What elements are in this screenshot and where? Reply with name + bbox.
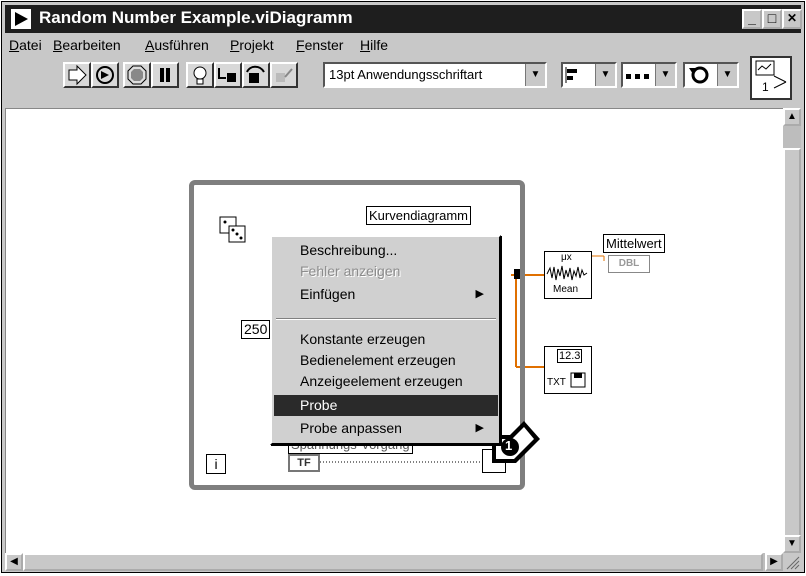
horizontal-scroll-thumb[interactable] [23, 553, 763, 571]
distribute-objects-icon[interactable]: ▼ [621, 62, 677, 88]
font-selector[interactable]: 13pt Anwendungsschriftart ▼ [323, 62, 547, 88]
chevron-down-icon: ▼ [717, 64, 737, 86]
lightbulb-icon[interactable] [186, 62, 214, 88]
menu-item-beschreibung[interactable]: Beschreibung... [274, 240, 498, 261]
menu-datei[interactable]: Datei [9, 37, 42, 53]
mean-vi-symbol: μx [561, 252, 572, 263]
mean-indicator-label[interactable]: Mittelwert [603, 234, 665, 253]
chevron-down-icon: ▼ [525, 64, 545, 86]
menu-fenster[interactable]: Fenster [296, 37, 343, 53]
step-into-icon[interactable] [214, 62, 242, 88]
submenu-arrow-icon: ▶ [475, 422, 484, 434]
window-title: Random Number Example.viDiagramm [39, 8, 353, 27]
random-number-dice-icon[interactable] [218, 215, 248, 245]
menu-item-fehler-anzeigen: Fehler anzeigen [300, 263, 401, 279]
minimize-button[interactable]: _ [742, 9, 762, 29]
run-continuous-icon[interactable] [91, 62, 119, 88]
chevron-down-icon: ▼ [595, 64, 615, 86]
step-out-icon[interactable] [270, 62, 298, 88]
labview-app-icon [11, 9, 31, 29]
vertical-scrollbar[interactable]: ▲ ▼ [783, 108, 801, 553]
font-selector-value: 13pt Anwendungsschriftart [329, 67, 483, 82]
menu-item-konstante-erzeugen[interactable]: Konstante erzeugen [274, 329, 498, 350]
vi-block-diagram-window: Random Number Example.viDiagramm _ □ ✕ D… [1, 1, 805, 573]
callout-number: 1 [505, 438, 513, 453]
scroll-right-icon[interactable]: ▶ [765, 553, 783, 571]
menu-separator [276, 318, 496, 320]
menu-item-probe[interactable]: Probe [274, 395, 498, 416]
scroll-left-icon[interactable]: ◀ [5, 553, 23, 571]
scroll-down-icon[interactable]: ▼ [783, 535, 801, 553]
numeric-constant-250[interactable]: 250 [241, 320, 271, 339]
run-arrow-icon[interactable] [63, 62, 91, 88]
menu-item-probe-anpassen[interactable]: Probe anpassen ▶ [274, 418, 498, 439]
chevron-down-icon: ▼ [655, 64, 675, 86]
scroll-up-icon[interactable]: ▲ [783, 108, 801, 126]
close-button[interactable]: ✕ [782, 9, 802, 29]
menu-projekt[interactable]: Projekt [230, 37, 274, 53]
abort-icon[interactable] [123, 62, 151, 88]
connector-pane-icon[interactable]: 1 [750, 56, 792, 100]
write-to-spreadsheet-vi-icon[interactable]: 12.3 TXT [544, 346, 592, 394]
toolbar: 13pt Anwendungsschriftart ▼ ▼ ▼ ▼ [5, 56, 801, 106]
iteration-terminal: i [206, 454, 226, 474]
resize-grip-icon[interactable] [783, 553, 801, 571]
context-menu: Beschreibung... Fehler anzeigen Einfügen… [270, 235, 501, 445]
menu-ausfuehren[interactable]: Ausführen [145, 37, 209, 53]
menu-hilfe[interactable]: Hilfe [360, 37, 388, 53]
maximize-button[interactable]: □ [762, 9, 782, 29]
write-vi-format: TXT [547, 377, 566, 388]
horizontal-scrollbar[interactable]: ◀ ▶ [5, 553, 783, 571]
waveform-chart-label[interactable]: Kurvendiagramm [366, 206, 471, 225]
boolean-control-terminal[interactable]: TF [288, 454, 320, 472]
menu-item-anzeigeelement-erzeugen[interactable]: Anzeigeelement erzeugen [274, 371, 498, 392]
mean-indicator-terminal[interactable]: DBL [608, 255, 650, 273]
block-diagram-canvas[interactable]: Kurvendiagramm Mittelwert DBL μx Mean 12… [5, 108, 783, 553]
menu-item-einfuegen[interactable]: Einfügen ▶ [274, 284, 498, 305]
mean-vi-icon[interactable]: μx Mean [544, 251, 592, 299]
submenu-arrow-icon: ▶ [475, 288, 484, 300]
align-objects-icon[interactable]: ▼ [561, 62, 617, 88]
title-bar: Random Number Example.viDiagramm _ □ ✕ [5, 5, 802, 33]
connector-pane-label: 1 [762, 80, 769, 94]
pause-icon[interactable] [151, 62, 179, 88]
mean-vi-text: Mean [553, 284, 579, 295]
step-over-icon[interactable] [242, 62, 270, 88]
reorder-icon[interactable]: ▼ [683, 62, 739, 88]
menu-item-bedienelement-erzeugen[interactable]: Bedienelement erzeugen [274, 350, 498, 371]
write-vi-number: 12.3 [557, 349, 583, 363]
vertical-scroll-thumb[interactable] [783, 148, 801, 538]
menu-bearbeiten[interactable]: Bearbeiten [53, 37, 121, 53]
